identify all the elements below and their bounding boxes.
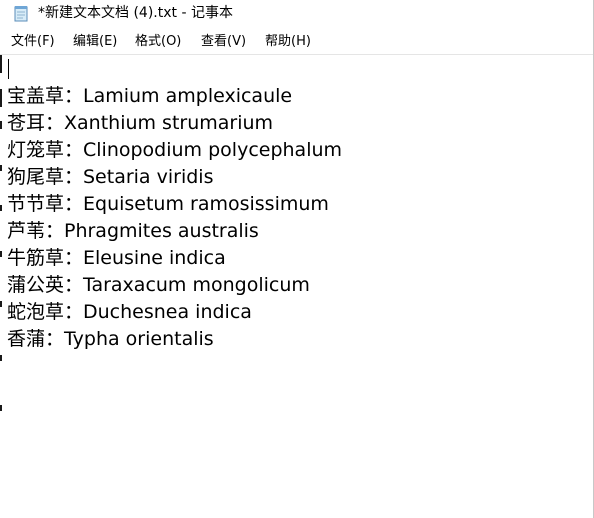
text-caret: [8, 59, 9, 79]
menu-help[interactable]: 帮助(H): [265, 34, 311, 50]
notepad-icon: [14, 5, 29, 22]
window-title: *新建文本文档 (4).txt - 记事本: [38, 5, 233, 21]
text-line: 宝盖草：Lamium amplexicaule: [7, 85, 293, 107]
text-line: 牛筋草：Eleusine indica: [7, 247, 226, 269]
menu-file[interactable]: 文件(F): [11, 34, 55, 50]
menu-edit[interactable]: 编辑(E): [73, 34, 117, 50]
text-line: 灯笼草：Clinopodium polycephalum: [7, 139, 343, 161]
text-editor-area[interactable]: 宝盖草：Lamium amplexicaule 苍耳：Xanthium stru…: [0, 55, 593, 518]
title-bar: *新建文本文档 (4).txt - 记事本: [0, 0, 593, 30]
text-line: 节节草：Equisetum ramosissimum: [7, 193, 329, 215]
menu-format[interactable]: 格式(O): [135, 34, 181, 50]
text-line: 香蒲：Typha orientalis: [7, 328, 214, 350]
left-window-edge: [0, 55, 2, 518]
text-line: 蒲公英：Taraxacum mongolicum: [7, 274, 310, 296]
text-line: 苍耳：Xanthium strumarium: [7, 112, 274, 134]
text-line: 蛇泡草：Duchesnea indica: [7, 301, 252, 323]
text-line: 狗尾草：Setaria viridis: [7, 166, 214, 188]
notepad-window: *新建文本文档 (4).txt - 记事本 文件(F) 编辑(E) 格式(O) …: [0, 0, 594, 518]
menu-view[interactable]: 查看(V): [201, 34, 246, 50]
document-text: 宝盖草：Lamium amplexicaule 苍耳：Xanthium stru…: [7, 85, 342, 355]
text-line: 芦苇：Phragmites australis: [7, 220, 259, 242]
menu-bar: 文件(F) 编辑(E) 格式(O) 查看(V) 帮助(H): [0, 31, 593, 53]
